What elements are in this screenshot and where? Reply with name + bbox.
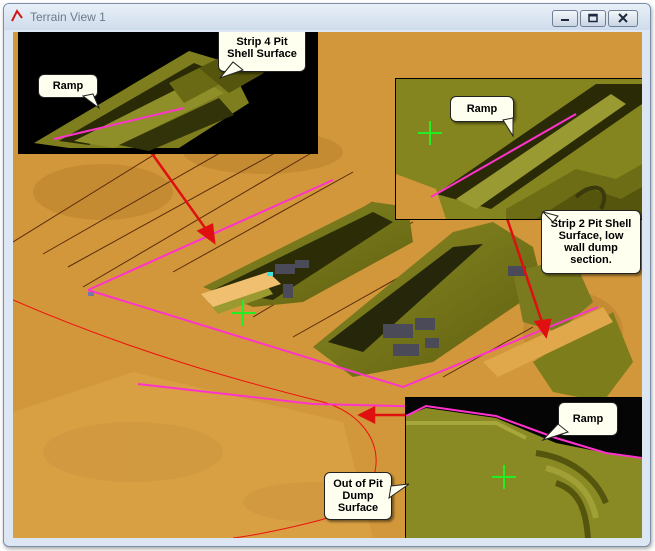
inset-ramp-view	[395, 78, 642, 220]
cyan-marker	[267, 272, 273, 276]
window-title: Terrain View 1	[30, 10, 106, 24]
minimize-icon	[561, 19, 569, 21]
callout-ramp-top-left: Ramp	[38, 74, 98, 98]
maximize-icon	[588, 13, 598, 23]
terrain-light-band	[13, 372, 373, 538]
callout-strip4-shell: Strip 4 Pit Shell Surface	[218, 32, 306, 72]
callout-ramp-top-right: Ramp	[450, 96, 514, 122]
terrain-view-window: Terrain View 1 Strip 4 Pit Shell Surface…	[3, 3, 651, 547]
close-icon	[618, 13, 628, 23]
callout-ramp-bottom-right: Ramp	[558, 402, 618, 436]
maximize-button[interactable]	[580, 10, 606, 27]
close-button[interactable]	[608, 10, 638, 27]
callout-strip2-shell: Strip 2 Pit Shell Surface, low wall dump…	[541, 210, 641, 274]
callout-out-of-pit-dump: Out of Pit Dump Surface	[324, 472, 392, 520]
terrain-viewport[interactable]: Strip 4 Pit Shell Surface Ramp Ramp Stri…	[13, 32, 642, 538]
app-icon	[11, 9, 23, 22]
inset-ramp-scene	[396, 79, 642, 219]
grey-marker	[88, 292, 94, 296]
minimize-button[interactable]	[552, 10, 578, 27]
title-bar[interactable]: Terrain View 1	[4, 4, 650, 30]
